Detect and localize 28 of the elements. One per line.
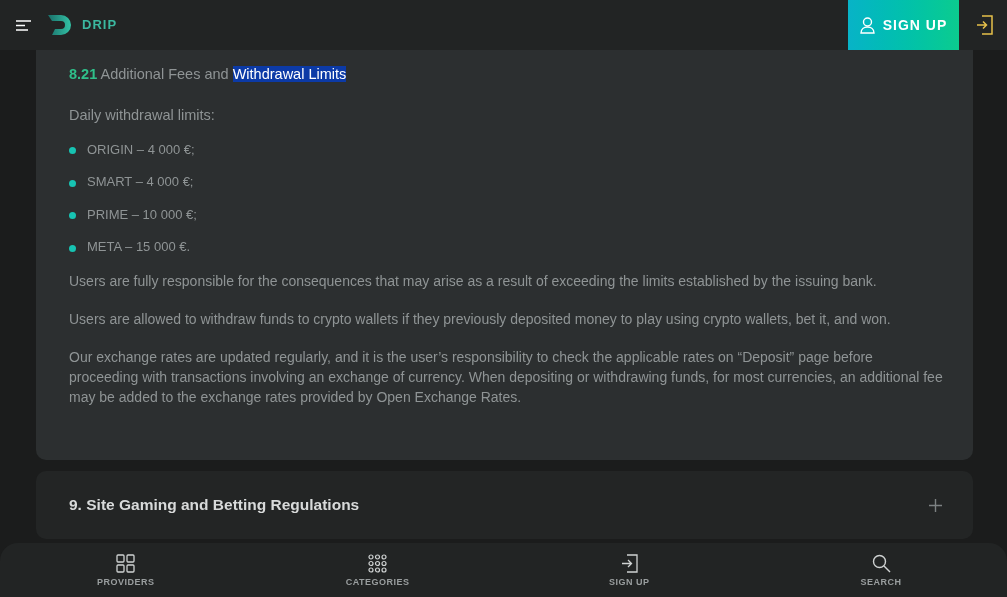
limit-item: SMART – 4 000 €; <box>87 173 194 191</box>
plus-icon <box>929 498 942 512</box>
nav-tab[interactable]: SIGN UP <box>503 543 756 597</box>
menu-icon[interactable] <box>16 19 31 31</box>
paragraph: Our exchange rates are updated regularly, and it is the user’s responsibility to check the applicable rates on “Deposit” page before proceeding with transactions involving an exchange of currency. When depositing or withdrawing funds, for most currencies, an additional fee may be added to the exchange rates provided by Open Exchange Rates. <box>69 348 943 407</box>
accordion-title: 9. Site Gaming and Betting Regulations <box>69 495 360 516</box>
search-icon <box>871 554 891 573</box>
login-icon[interactable] <box>976 15 993 35</box>
nav-tab[interactable]: SEARCH <box>755 543 1007 597</box>
limit-item: META – 15 000 €. <box>87 238 191 256</box>
paragraph: Users are allowed to withdraw funds to crypto wallets if they previously deposited money to play using crypto wallets, bet it, and won. <box>69 310 892 329</box>
paragraph: Users are fully responsible for the consequences that may arise as a result of exceeding the limits established by the issuing bank. <box>69 272 878 291</box>
intro-text: Daily withdrawal limits: <box>69 106 216 125</box>
bullet-icon <box>69 179 76 187</box>
user-icon <box>859 16 875 34</box>
bullet-icon <box>69 244 76 252</box>
section-heading: 8.21 Additional Fees and Withdrawal Limits <box>69 65 348 84</box>
accordion-item[interactable]: 9. Site Gaming and Betting Regulations <box>36 471 973 539</box>
login-icon <box>620 554 638 573</box>
grid-icon <box>116 554 136 573</box>
nav-tab[interactable]: PROVIDERS <box>0 543 252 597</box>
dots-grid-icon <box>368 554 388 573</box>
logo-text: DRIP <box>82 16 118 35</box>
limit-item: ORIGIN – 4 000 €; <box>87 140 195 159</box>
limit-item: PRIME – 10 000 €; <box>87 205 197 224</box>
bullet-icon <box>69 212 76 220</box>
nav-tab[interactable]: CATEGORIES <box>251 543 504 597</box>
bullet-icon <box>69 147 76 155</box>
